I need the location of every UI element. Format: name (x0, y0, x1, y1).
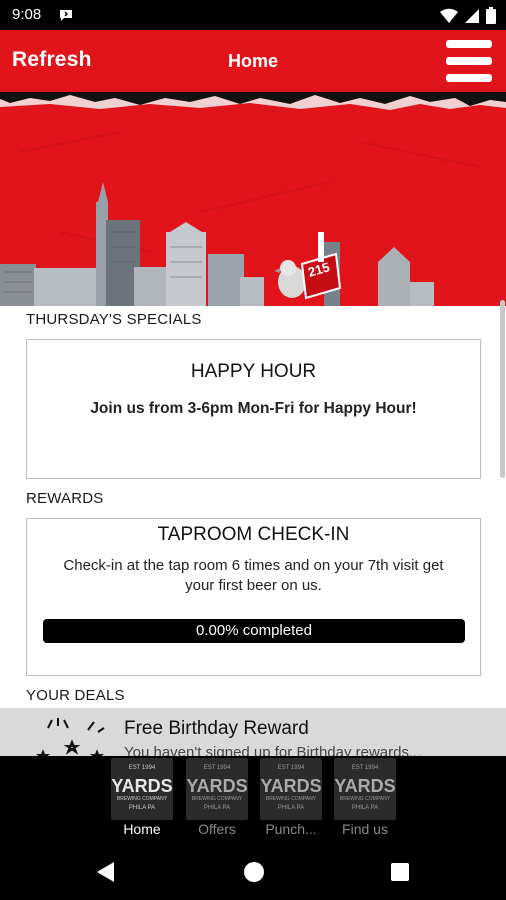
tab-home[interactable]: EST 1994 YARDS BREWING COMPANY PHILA PA … (108, 756, 182, 844)
logo-sub-text: BREWING COMPANY (339, 796, 391, 802)
logo-city-text: PHILA PA (277, 805, 305, 811)
tab-label: Punch... (265, 821, 317, 837)
status-icons (440, 7, 496, 24)
tab-punch[interactable]: EST 1994 YARDS BREWING COMPANY PHILA PA … (257, 756, 331, 844)
home-circle-icon[interactable] (240, 858, 268, 886)
rewards-section-label: REWARDS (26, 490, 104, 507)
scrollbar[interactable] (500, 300, 505, 478)
deals-section-label: YOUR DEALS (26, 687, 125, 704)
logo-est-text: EST 1994 (203, 765, 231, 771)
recents-icon[interactable] (386, 858, 414, 886)
logo-city-text: PHILA PA (351, 805, 379, 811)
hero-banner: 215 (0, 92, 506, 306)
logo-sub-text: BREWING COMPANY (191, 796, 243, 802)
wifi-icon (440, 8, 458, 23)
specials-section-label: THURSDAY'S SPECIALS (26, 311, 202, 328)
hamburger-menu-icon[interactable] (446, 40, 492, 82)
yards-logo-icon: EST 1994 YARDS BREWING COMPANY PHILA PA (111, 758, 173, 820)
happy-hour-title: HAPPY HOUR (190, 361, 317, 382)
logo-brand-text: YARDS (334, 776, 396, 796)
checkin-title: TAPROOM CHECK-IN (157, 524, 350, 545)
battery-icon (486, 7, 496, 24)
deal-list-item[interactable]: Free Birthday Reward You haven't signed … (0, 708, 506, 758)
yards-logo-icon: EST 1994 YARDS BREWING COMPANY PHILA PA (260, 758, 322, 820)
tab-find-us[interactable]: EST 1994 YARDS BREWING COMPANY PHILA PA … (331, 756, 405, 844)
tab-label: Offers (198, 821, 236, 837)
chat-bubble-icon (60, 10, 72, 21)
system-nav-bar (0, 844, 506, 900)
status-time: 9:08 (12, 6, 42, 23)
logo-est-text: EST 1994 (351, 765, 379, 771)
checkin-progress-bar: 0.00% completed (43, 619, 465, 643)
logo-city-text: PHILA PA (128, 805, 156, 811)
logo-sub-text: BREWING COMPANY (265, 796, 317, 802)
happy-hour-card[interactable]: HAPPY HOUR Join us from 3-6pm Mon-Fri fo… (26, 339, 481, 479)
logo-brand-text: YARDS (260, 776, 322, 796)
deal-title: Free Birthday Reward (124, 718, 309, 739)
checkin-text-line2: your first beer on us. (185, 577, 322, 594)
taproom-checkin-card[interactable]: TAPROOM CHECK-IN Check-in at the tap roo… (26, 518, 481, 676)
checkin-text-line1: Check-in at the tap room 6 times and on … (63, 557, 444, 574)
skyline-illustration (0, 92, 506, 306)
logo-est-text: EST 1994 (128, 765, 156, 771)
signal-icon (465, 8, 479, 23)
yards-logo-icon: EST 1994 YARDS BREWING COMPANY PHILA PA (186, 758, 248, 820)
logo-brand-text: YARDS (186, 776, 248, 796)
tab-label: Find us (342, 821, 388, 837)
tab-label: Home (123, 821, 161, 837)
status-bar: 9:08 (0, 0, 506, 30)
logo-city-text: PHILA PA (203, 805, 231, 811)
bottom-tab-bar: EST 1994 YARDS BREWING COMPANY PHILA PA … (0, 756, 506, 844)
app-bar: Refresh Home (0, 30, 506, 92)
happy-hour-text: Join us from 3-6pm Mon-Fri for Happy Hou… (90, 400, 417, 417)
checkin-text: Check-in at the tap room 6 times and on … (27, 556, 480, 596)
fireworks-icon (35, 718, 105, 758)
logo-brand-text: YARDS (111, 776, 173, 796)
logo-est-text: EST 1994 (277, 765, 305, 771)
tab-offers[interactable]: EST 1994 YARDS BREWING COMPANY PHILA PA … (183, 756, 257, 844)
back-icon[interactable] (92, 858, 120, 886)
logo-sub-text: BREWING COMPANY (116, 796, 168, 802)
yards-logo-icon: EST 1994 YARDS BREWING COMPANY PHILA PA (334, 758, 396, 820)
page-title: Home (227, 51, 278, 71)
